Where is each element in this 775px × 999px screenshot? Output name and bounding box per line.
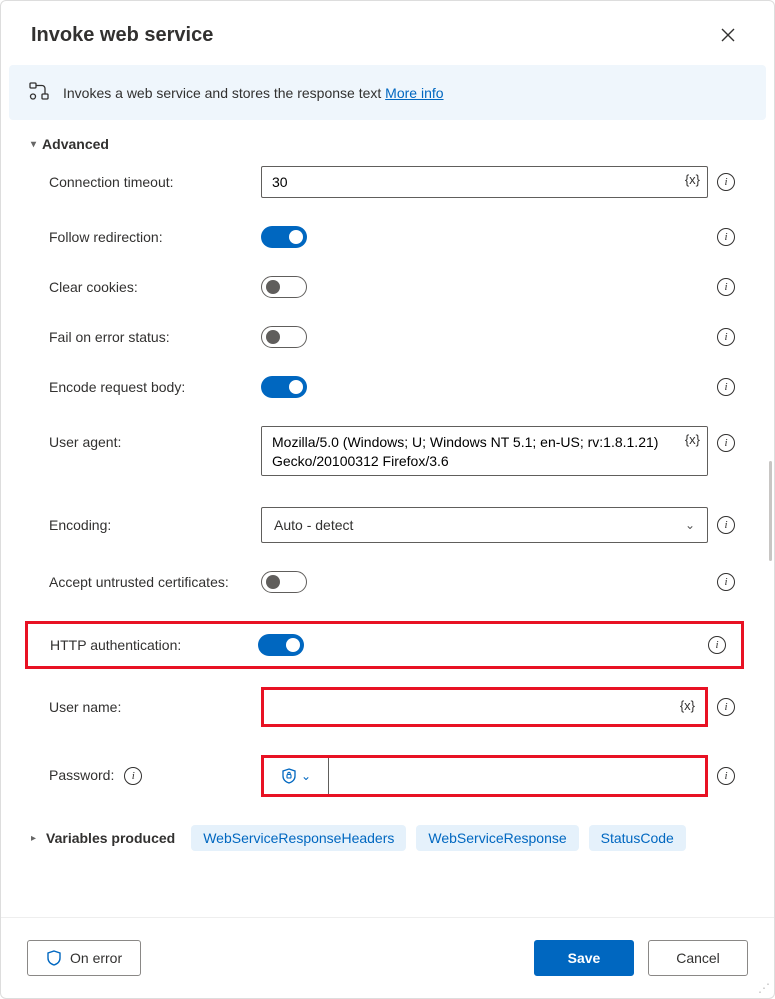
info-icon: i <box>717 278 735 296</box>
chip-statuscode[interactable]: StatusCode <box>589 825 686 851</box>
flow-icon <box>29 81 49 104</box>
chip-webserviceresponse[interactable]: WebServiceResponse <box>416 825 578 851</box>
label-password-text: Password: <box>49 767 114 783</box>
banner-text: Invokes a web service and stores the res… <box>63 85 444 101</box>
info-banner: Invokes a web service and stores the res… <box>9 65 766 120</box>
info-follow-redirection[interactable]: i <box>708 228 744 246</box>
more-info-link[interactable]: More info <box>385 85 443 101</box>
select-encoding-value: Auto - detect <box>274 517 353 533</box>
toggle-http-auth[interactable] <box>258 634 304 656</box>
save-button[interactable]: Save <box>534 940 634 976</box>
toggle-encode-body[interactable] <box>261 376 307 398</box>
toggle-accept-untrusted[interactable] <box>261 571 307 593</box>
banner-desc: Invokes a web service and stores the res… <box>63 85 385 101</box>
scrollbar[interactable] <box>769 461 772 561</box>
advanced-label: Advanced <box>42 136 109 152</box>
input-password[interactable] <box>328 758 705 794</box>
info-password-label[interactable]: i <box>124 767 142 785</box>
info-icon: i <box>717 434 735 452</box>
row-follow-redirection: Follow redirection: i <box>31 226 744 248</box>
lock-shield-icon <box>281 768 297 784</box>
row-http-auth: HTTP authentication: i <box>25 621 744 669</box>
info-icon: i <box>717 767 735 785</box>
label-http-auth: HTTP authentication: <box>28 637 258 653</box>
variables-produced-label: Variables produced <box>46 830 175 846</box>
select-encoding[interactable]: Auto - detect ⌄ <box>261 507 708 543</box>
save-label: Save <box>568 950 601 966</box>
input-connection-timeout[interactable] <box>261 166 708 198</box>
close-button[interactable] <box>712 19 744 51</box>
invoke-web-service-dialog: Invoke web service Invokes a web service… <box>0 0 775 999</box>
label-accept-untrusted: Accept untrusted certificates: <box>31 574 261 590</box>
input-username[interactable] <box>266 692 703 722</box>
info-icon: i <box>717 516 735 534</box>
row-encode-body: Encode request body: i <box>31 376 744 398</box>
on-error-label: On error <box>70 950 122 966</box>
info-clear-cookies[interactable]: i <box>708 278 744 296</box>
row-password: Password: i ⌄ i <box>31 755 744 797</box>
shield-icon <box>46 950 62 966</box>
dialog-footer: On error Save Cancel <box>1 917 774 998</box>
info-encode-body[interactable]: i <box>708 378 744 396</box>
info-user-agent[interactable]: i <box>708 426 744 452</box>
info-icon: i <box>717 698 735 716</box>
label-user-agent: User agent: <box>31 426 261 450</box>
chevron-down-icon: ▾ <box>31 139 36 150</box>
info-icon: i <box>717 228 735 246</box>
toggle-fail-on-error[interactable] <box>261 326 307 348</box>
info-accept-untrusted[interactable]: i <box>708 573 744 591</box>
label-clear-cookies: Clear cookies: <box>31 279 261 295</box>
label-connection-timeout: Connection timeout: <box>31 174 261 190</box>
info-icon: i <box>717 328 735 346</box>
info-fail-on-error[interactable]: i <box>708 328 744 346</box>
chevron-right-icon[interactable]: ▸ <box>31 833 36 844</box>
row-connection-timeout: Connection timeout: {x} i <box>31 166 744 198</box>
dialog-title: Invoke web service <box>31 24 213 47</box>
row-user-agent: User agent: {x} i <box>31 426 744 479</box>
toggle-clear-cookies[interactable] <box>261 276 307 298</box>
close-icon <box>721 28 735 42</box>
cancel-button[interactable]: Cancel <box>648 940 748 976</box>
toggle-follow-redirection[interactable] <box>261 226 307 248</box>
input-user-agent[interactable] <box>261 426 708 476</box>
info-connection-timeout[interactable]: i <box>708 173 744 191</box>
label-encode-body: Encode request body: <box>31 379 261 395</box>
password-type-picker[interactable]: ⌄ <box>264 758 328 794</box>
variables-produced-row: ▸ Variables produced WebServiceResponseH… <box>31 825 744 851</box>
chevron-down-icon: ⌄ <box>685 518 695 532</box>
row-encoding: Encoding: Auto - detect ⌄ i <box>31 507 744 543</box>
label-username: User name: <box>31 699 261 715</box>
label-follow-redirection: Follow redirection: <box>31 229 261 245</box>
on-error-button[interactable]: On error <box>27 940 141 976</box>
variable-picker-icon[interactable]: {x} <box>685 432 700 447</box>
resize-grip[interactable]: ⋰ <box>758 982 770 994</box>
label-encoding: Encoding: <box>31 517 261 533</box>
info-icon: i <box>708 636 726 654</box>
info-icon: i <box>717 378 735 396</box>
info-password[interactable]: i <box>708 767 744 785</box>
info-encoding[interactable]: i <box>708 516 744 534</box>
info-icon: i <box>717 573 735 591</box>
advanced-section-toggle[interactable]: ▾ Advanced <box>31 136 744 152</box>
info-http-auth[interactable]: i <box>699 636 735 654</box>
variable-picker-icon[interactable]: {x} <box>685 172 700 187</box>
row-username: User name: {x} i <box>31 687 744 727</box>
row-clear-cookies: Clear cookies: i <box>31 276 744 298</box>
chevron-down-icon: ⌄ <box>301 769 311 783</box>
cancel-label: Cancel <box>676 950 720 966</box>
dialog-header: Invoke web service <box>1 1 774 61</box>
dialog-body: ▾ Advanced Connection timeout: {x} i Fol… <box>1 130 774 917</box>
info-username[interactable]: i <box>708 698 744 716</box>
info-icon: i <box>124 767 142 785</box>
row-fail-on-error: Fail on error status: i <box>31 326 744 348</box>
row-accept-untrusted: Accept untrusted certificates: i <box>31 571 744 593</box>
chip-webserviceresponseheaders[interactable]: WebServiceResponseHeaders <box>191 825 406 851</box>
label-fail-on-error: Fail on error status: <box>31 329 261 345</box>
label-password: Password: i <box>31 767 261 785</box>
info-icon: i <box>717 173 735 191</box>
variable-picker-icon[interactable]: {x} <box>680 698 695 713</box>
